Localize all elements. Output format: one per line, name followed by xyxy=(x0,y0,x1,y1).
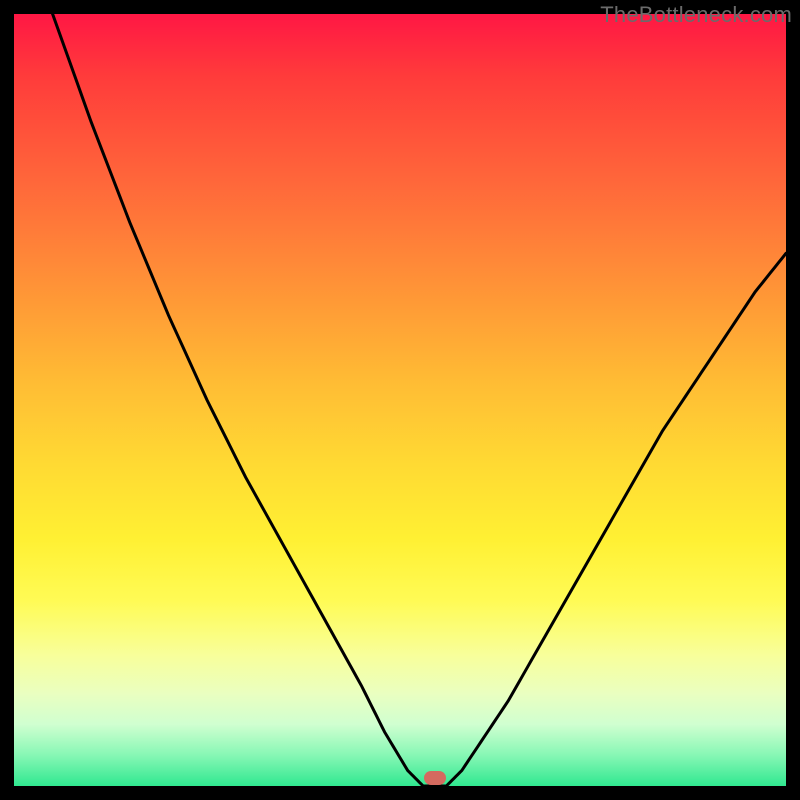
bottleneck-curve xyxy=(14,14,786,786)
watermark-text: TheBottleneck.com xyxy=(600,2,792,28)
plot-area xyxy=(14,14,786,786)
chart-frame: TheBottleneck.com xyxy=(0,0,800,800)
bottleneck-marker xyxy=(424,771,446,785)
